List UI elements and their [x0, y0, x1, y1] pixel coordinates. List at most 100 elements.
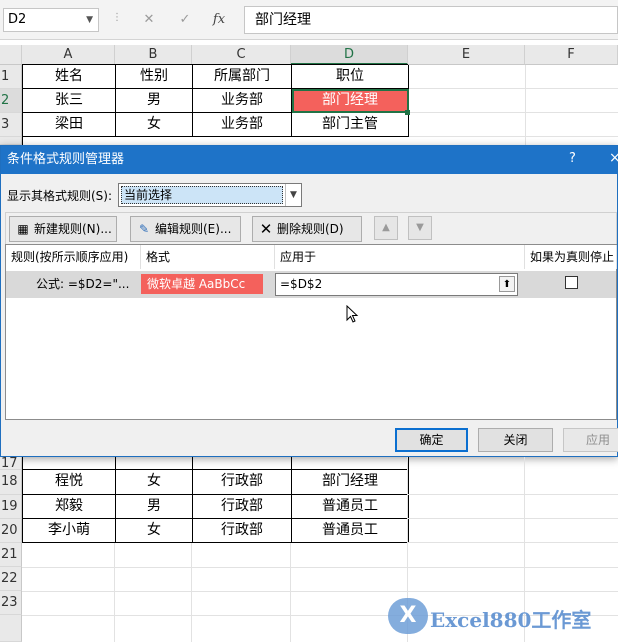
- column-header-b[interactable]: B: [115, 45, 192, 65]
- new-rule-button[interactable]: ▦ 新建规则(N)...: [9, 216, 117, 242]
- column-header-d[interactable]: D: [291, 45, 408, 65]
- table-cell[interactable]: 李小萌: [23, 519, 116, 543]
- table-cell[interactable]: 男: [116, 495, 193, 519]
- table-cell[interactable]: 男: [116, 89, 193, 113]
- gridline: [114, 543, 115, 642]
- delete-rule-label: 删除规则(D): [277, 222, 344, 236]
- chevron-down-icon[interactable]: ▼: [86, 9, 93, 31]
- show-rules-value: 当前选择: [121, 186, 283, 204]
- column-header-a[interactable]: A: [22, 45, 115, 65]
- table-cell[interactable]: 郑毅: [23, 495, 116, 519]
- row-header-4[interactable]: [0, 137, 22, 145]
- cell-border: [408, 457, 409, 470]
- row-header-23[interactable]: 23: [0, 591, 22, 615]
- help-icon[interactable]: ?: [569, 151, 576, 166]
- table-cell[interactable]: 性别: [116, 65, 193, 89]
- table-cell[interactable]: 行政部: [193, 495, 292, 519]
- name-box-value: D2: [8, 12, 27, 27]
- edit-rule-button[interactable]: ✎ 编辑规则(E)...: [130, 216, 241, 242]
- new-rule-label: 新建规则(N)...: [34, 222, 112, 236]
- close-button[interactable]: 关闭: [478, 428, 553, 452]
- column-rule: 规则(按所示顺序应用): [6, 245, 141, 269]
- gridline: [408, 112, 618, 113]
- format-preview: 微软卓越 AaBbCc: [141, 274, 263, 294]
- table-cell[interactable]: 业务部: [193, 89, 292, 113]
- table-cell[interactable]: 女: [116, 519, 193, 543]
- show-rules-label: 显示其格式规则(S):: [7, 189, 113, 203]
- row-header-2[interactable]: 2: [0, 89, 22, 113]
- cell-border: [115, 457, 116, 470]
- insert-function-icon[interactable]: fx: [208, 10, 230, 30]
- separator-dots-icon: ⋮: [112, 12, 122, 23]
- applies-to-value: =$D$2: [280, 277, 323, 291]
- stop-if-true-checkbox[interactable]: [565, 276, 578, 289]
- ok-button[interactable]: 确定: [395, 428, 468, 452]
- mouse-cursor-icon: [346, 305, 359, 323]
- move-up-button[interactable]: ▲: [374, 216, 398, 240]
- row-header-22[interactable]: 22: [0, 567, 22, 591]
- table-cell[interactable]: 部门主管: [292, 113, 409, 137]
- select-all-corner[interactable]: [0, 45, 22, 65]
- data-table-bottom: 程悦 女 行政部 部门经理 郑毅 男 行政部 普通员工 李小萌 女 行政部 普通…: [22, 470, 409, 543]
- selected-cell-d2[interactable]: 部门经理: [292, 89, 409, 113]
- row-header-17[interactable]: 17: [0, 457, 22, 470]
- rule-description: 公式: =$D2="...: [36, 277, 130, 291]
- close-icon[interactable]: ×: [609, 150, 618, 166]
- table-cell[interactable]: 普通员工: [292, 519, 409, 543]
- cancel-icon[interactable]: ✕: [138, 10, 160, 30]
- delete-rule-icon: ✕: [259, 220, 273, 238]
- gridline: [408, 136, 618, 137]
- show-rules-select[interactable]: 当前选择 ▼: [118, 183, 302, 207]
- table-cell[interactable]: 职位: [292, 65, 409, 89]
- row-header-21[interactable]: 21: [0, 543, 22, 567]
- column-applies-to: 应用于: [275, 245, 525, 269]
- row-header-3[interactable]: 3: [0, 113, 22, 137]
- gridline: [191, 543, 192, 642]
- conditional-formatting-dialog: 条件格式规则管理器 ? × 显示其格式规则(S): 当前选择 ▼ ▦ 新建规则(…: [0, 145, 618, 457]
- enter-icon[interactable]: ✓: [174, 10, 196, 30]
- edit-rule-icon: ✎: [138, 222, 150, 236]
- watermark-logo: X: [388, 598, 428, 634]
- table-cell[interactable]: 姓名: [23, 65, 116, 89]
- move-down-button[interactable]: ▼: [408, 216, 432, 240]
- column-header-e[interactable]: E: [408, 45, 525, 65]
- row-header-18[interactable]: 18: [0, 470, 22, 495]
- column-header-f[interactable]: F: [525, 45, 618, 65]
- gridline: [22, 591, 618, 592]
- table-cell[interactable]: 程悦: [23, 470, 116, 495]
- delete-rule-button[interactable]: ✕ 删除规则(D): [252, 216, 362, 242]
- formula-bar: D2 ▼ ⋮ ✕ ✓ fx 部门经理: [0, 0, 618, 40]
- table-cell[interactable]: 普通员工: [292, 495, 409, 519]
- new-rule-icon: ▦: [17, 222, 29, 236]
- name-box[interactable]: D2 ▼: [3, 8, 99, 32]
- table-cell[interactable]: 张三: [23, 89, 116, 113]
- fill-handle[interactable]: [405, 110, 410, 115]
- rule-row[interactable]: 公式: =$D2="... 微软卓越 AaBbCc =$D$2 ⬆: [6, 271, 616, 298]
- formula-input[interactable]: 部门经理: [244, 6, 618, 34]
- table-cell[interactable]: 部门经理: [292, 470, 409, 495]
- table-cell[interactable]: 女: [116, 113, 193, 137]
- rules-list: 规则(按所示顺序应用) 格式 应用于 如果为真则停止 公式: =$D2="...…: [5, 244, 617, 420]
- collapse-dialog-icon[interactable]: ⬆: [499, 276, 515, 292]
- table-cell[interactable]: 业务部: [193, 113, 292, 137]
- table-cell[interactable]: 梁田: [23, 113, 116, 137]
- column-stop-if-true: 如果为真则停止: [525, 245, 617, 269]
- applies-to-input[interactable]: =$D$2 ⬆: [275, 273, 518, 296]
- gridline: [22, 567, 618, 568]
- partial-row-17: [22, 457, 409, 470]
- gridline: [408, 494, 618, 495]
- table-cell[interactable]: 女: [116, 470, 193, 495]
- row-header-19[interactable]: 19: [0, 495, 22, 519]
- data-table-top: 姓名 性别 所属部门 职位 张三 男 业务部 部门经理 梁田 女 业务部 部门主…: [22, 64, 409, 145]
- table-cell[interactable]: 行政部: [193, 470, 292, 495]
- row-header-1[interactable]: 1: [0, 65, 22, 89]
- table-cell[interactable]: 行政部: [193, 519, 292, 543]
- column-header-c[interactable]: C: [192, 45, 291, 65]
- dialog-title: 条件格式规则管理器: [1, 146, 617, 174]
- table-cell[interactable]: 所属部门: [193, 65, 292, 89]
- chevron-down-icon[interactable]: ▼: [285, 184, 301, 206]
- column-format: 格式: [141, 245, 275, 269]
- apply-button[interactable]: 应用: [563, 428, 618, 452]
- row-header-24[interactable]: [0, 615, 22, 642]
- row-header-20[interactable]: 20: [0, 519, 22, 543]
